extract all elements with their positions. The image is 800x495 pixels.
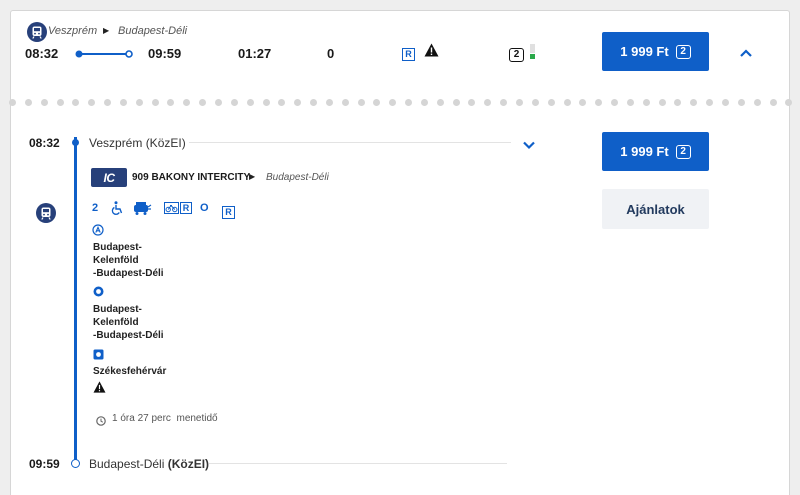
intercity-logo: IC [91,168,127,187]
summary-to: Budapest-Déli [118,25,188,37]
timeline-line [74,137,77,460]
summary-transfers: 0 [327,46,335,61]
journey-card: Veszprém ▶ Budapest-Déli 08:32 09:59 01:… [9,10,793,495]
summary-dep-time: 08:32 [25,46,59,61]
train-name: 909 BAKONY INTERCITY [132,172,251,183]
train-icon [27,22,47,42]
play-arrow-icon: ▶ [103,26,110,35]
train-direction: Budapest-Déli [266,172,329,183]
train-icon [36,203,56,223]
summary-price-class-badge: 2 [675,44,691,59]
summary-arr-time: 09:59 [148,46,182,61]
detail-price-label: 1 999 Ft [620,144,669,159]
stop-name: Budapest- Kelenföld -Budapest-Déli [93,242,164,279]
offers-button[interactable]: Ajánlatok [602,189,709,229]
travel-time: 1 óra 27 perc menetidő [112,413,218,424]
dotted-separator [9,99,793,107]
service-reservation: R [222,202,235,220]
detail-price-button[interactable]: 1 999 Ft 2 [602,132,709,171]
summary-duration: 01:27 [238,46,272,61]
occupancy-indicator [530,44,536,65]
circle-dot-icon [93,284,104,302]
detail-price-class-badge: 2 [675,144,691,159]
play-arrow-icon: ▶ [249,172,256,181]
service-o: O [200,202,209,214]
stop-name: Székesfehérvár [93,366,167,377]
summary-from: Veszprém [48,25,98,37]
dep-station-rule [189,142,511,143]
circled-a-icon [92,223,104,241]
summary-train-icon [27,22,47,42]
reservation-badge: R [402,44,415,62]
chevron-down-icon[interactable] [522,137,536,155]
arr-station-code: (KözEI) [167,457,210,471]
bicycle-reservation: R [164,202,192,214]
summary-price-button[interactable]: 1 999 Ft 2 [602,32,709,71]
timeline-end-dot [71,459,80,468]
chevron-up-icon[interactable] [739,45,753,63]
route-line-graphic [75,47,133,65]
detail-arr-station: Budapest-Déli (KözEI) [89,457,209,471]
detail-dep-station: Veszprém (KözEI) [89,136,186,150]
summary-price-label: 1 999 Ft [620,44,669,59]
offers-label: Ajánlatok [626,201,685,217]
detail-arr-time: 09:59 [29,457,60,471]
bicycle-icon [164,202,179,214]
arr-station-rule [209,463,507,464]
arr-station-name: Budapest-Déli [89,457,168,471]
warning-icon [93,380,106,398]
timeline-start-dot [72,139,79,146]
dining-car-icon [132,201,152,221]
detail-train-icon [36,203,56,223]
square-dot-icon [93,347,104,365]
wheelchair-icon [111,201,124,220]
warning-icon [424,43,439,62]
detail-dep-time: 08:32 [29,136,60,150]
clock-icon [96,413,106,431]
class-label: 2 [92,202,99,214]
class-badge: 2 [509,44,524,62]
stop-name: Budapest- Kelenföld -Budapest-Déli [93,304,164,341]
